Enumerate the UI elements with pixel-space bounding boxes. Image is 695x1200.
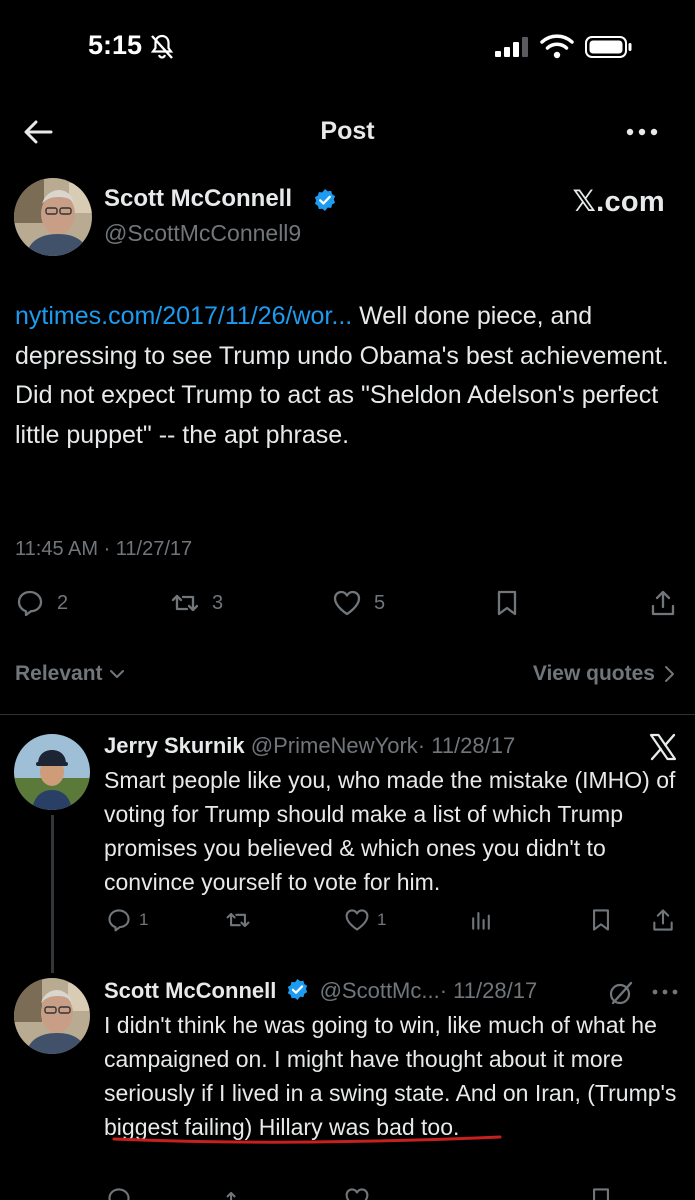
author-handle[interactable]: @ScottMcConnell9: [104, 220, 301, 247]
like-count: 1: [377, 910, 387, 929]
post-header: Post: [0, 105, 695, 159]
reply-author-handle[interactable]: @PrimeNewYork: [251, 733, 418, 758]
more-horizontal-icon[interactable]: [624, 119, 660, 145]
share-button[interactable]: [650, 907, 676, 933]
repost-icon: [226, 912, 250, 928]
grok-icon[interactable]: [607, 980, 635, 1006]
author-name[interactable]: Scott McConnell: [104, 185, 292, 213]
like-count: 5: [374, 591, 386, 614]
share-icon: [651, 590, 675, 616]
bookmark-icon: [593, 1188, 609, 1200]
repost-count: 3: [212, 591, 224, 614]
wifi-icon: [540, 34, 574, 59]
bookmark-button[interactable]: [588, 1186, 614, 1200]
share-icon: [653, 909, 673, 931]
view-quotes-label: View quotes: [532, 662, 655, 685]
repost-button[interactable]: [225, 1186, 251, 1200]
post-text: nytimes.com/2017/11/26/wor... Well done …: [15, 297, 680, 455]
bookmark-button[interactable]: [588, 907, 614, 933]
divider: [0, 714, 695, 715]
signal-icon: [495, 37, 528, 57]
avatar[interactable]: [14, 978, 90, 1054]
post-timestamp[interactable]: 11:45 AM · 11/27/17: [15, 538, 192, 561]
reply-button[interactable]: [106, 1186, 132, 1200]
reply-action-bar: [0, 1186, 695, 1200]
status-time: 5:15: [88, 30, 143, 60]
like-button[interactable]: 1: [344, 907, 386, 933]
analytics-icon: [472, 912, 490, 930]
chevron-down-icon: [109, 670, 124, 678]
reply-header: Scott McConnell @ScottMc...· 11/28/17: [104, 978, 537, 1004]
bookmark-icon: [593, 909, 609, 931]
red-underline-annotation: [112, 1135, 502, 1144]
reply-action-bar: 1 1: [0, 907, 695, 941]
repost-icon: [226, 1191, 236, 1200]
reply-date: · 11/28/17: [417, 733, 516, 758]
bookmark-button[interactable]: [492, 588, 522, 618]
x-com-watermark: 𝕏.com: [572, 186, 665, 218]
chevron-right-icon: [665, 666, 674, 682]
repost-button[interactable]: 3: [170, 588, 223, 618]
battery-icon: [585, 36, 632, 58]
more-horizontal-icon[interactable]: [650, 986, 680, 998]
reply-date: · 11/28/17: [439, 978, 538, 1003]
reply-header: Jerry Skurnik @PrimeNewYork· 11/28/17: [104, 733, 515, 759]
sort-relevant-dropdown[interactable]: Relevant: [15, 662, 125, 686]
reply-button[interactable]: 1: [106, 907, 148, 933]
thread-line: [51, 815, 54, 973]
sort-label: Relevant: [15, 662, 103, 685]
heart-icon: [333, 590, 361, 616]
article-link[interactable]: nytimes.com/2017/11/26/wor...: [15, 302, 352, 330]
reply-icon: [17, 590, 43, 617]
status-bar: 5:15: [0, 0, 695, 95]
repost-button[interactable]: [225, 907, 251, 933]
verified-badge-icon: [314, 189, 336, 211]
reply-author-handle[interactable]: @ScottMc...: [320, 978, 440, 1003]
view-quotes-link[interactable]: View quotes: [533, 662, 675, 686]
reply-icon: [108, 909, 130, 932]
x-logo-icon: [649, 733, 677, 761]
bookmark-icon: [497, 590, 517, 616]
avatar[interactable]: [14, 178, 92, 256]
verified-badge-icon: [288, 978, 308, 1001]
heart-icon: [345, 909, 369, 931]
reply-text: I didn't think he was going to win, like…: [104, 1008, 684, 1144]
post-action-bar: 2 3 5: [0, 588, 695, 628]
like-button[interactable]: [344, 1186, 370, 1200]
page-title: Post: [320, 117, 375, 145]
reply-text: Smart people like you, who made the mist…: [104, 767, 676, 895]
reply-count: 1: [139, 910, 149, 929]
bell-off-icon: [150, 34, 174, 59]
avatar[interactable]: [14, 734, 90, 810]
views-button[interactable]: [468, 907, 494, 933]
reply-author-name[interactable]: Jerry Skurnik: [104, 733, 245, 758]
heart-icon: [345, 1188, 369, 1200]
like-button[interactable]: 5: [332, 588, 385, 618]
reply-count: 2: [57, 591, 69, 614]
repost-icon: [171, 594, 199, 612]
reply-button[interactable]: 2: [15, 588, 68, 618]
share-button[interactable]: [648, 588, 678, 618]
reply-icon: [108, 1188, 130, 1200]
reply-author-name[interactable]: Scott McConnell: [104, 978, 276, 1003]
